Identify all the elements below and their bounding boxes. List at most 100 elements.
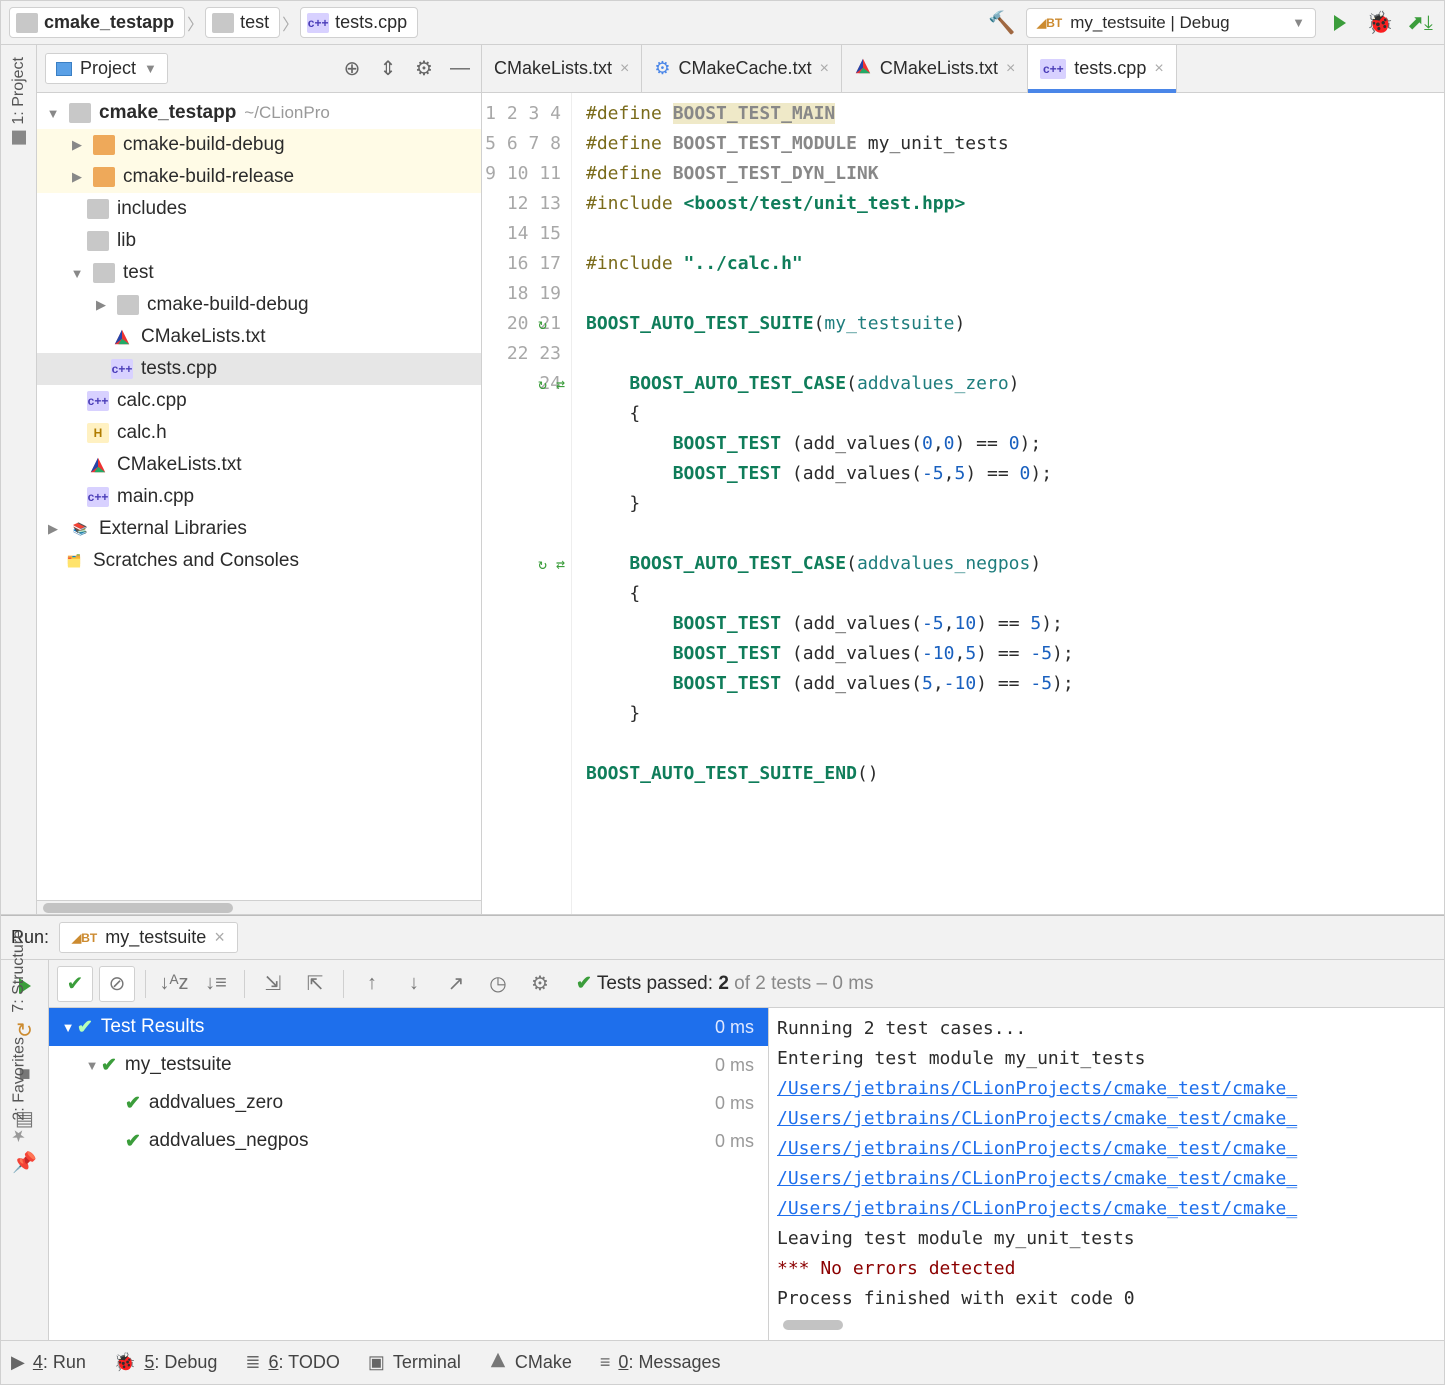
tree-root[interactable]: cmake_testapp ~/CLionPro — [37, 97, 481, 129]
collapse-all-button[interactable]: ⇱ — [297, 966, 333, 1002]
show-ignored-button[interactable]: ⊘ — [99, 966, 135, 1002]
status-terminal[interactable]: ▣Terminal — [368, 1352, 461, 1373]
console-link[interactable]: /Users/jetbrains/CLionProjects/cmake_tes… — [777, 1198, 1297, 1219]
folder-icon — [87, 231, 109, 251]
tree-folder[interactable]: lib — [37, 225, 481, 257]
tab-cmakelists-1[interactable]: CMakeLists.txt × — [482, 45, 642, 92]
show-passed-button[interactable]: ✔ — [57, 966, 93, 1002]
select-opened-file-button[interactable]: ⊕ — [339, 56, 365, 82]
project-view-select[interactable]: Project ▼ — [45, 53, 168, 84]
previous-failed-button[interactable]: ↑ — [354, 966, 390, 1002]
breadcrumb-folder[interactable]: test — [205, 7, 280, 38]
tree-path: ~/CLionPro — [244, 103, 330, 123]
tree-folder[interactable]: cmake-build-release — [37, 161, 481, 193]
project-icon — [56, 62, 72, 76]
sort-alpha-button[interactable]: ↓ᴬz — [156, 966, 192, 1002]
debug-button[interactable]: 🐞 — [1364, 7, 1396, 39]
console-link[interactable]: /Users/jetbrains/CLionProjects/cmake_tes… — [777, 1168, 1297, 1189]
test-suite[interactable]: ▼ ✔ my_testsuite 0 ms — [49, 1046, 768, 1084]
status-messages[interactable]: ≡0: Messages — [600, 1352, 721, 1373]
tool-window-project[interactable]: 1: Project — [10, 57, 28, 145]
scratches-icon: 🗂️ — [63, 551, 85, 571]
close-icon[interactable]: × — [820, 60, 829, 78]
test-case[interactable]: ✔ addvalues_negpos 0 ms — [49, 1122, 768, 1160]
breadcrumb-file[interactable]: c++ tests.cpp — [300, 7, 418, 38]
expand-toggle[interactable]: ▼ — [59, 1020, 77, 1035]
tree-file[interactable]: c++ calc.cpp — [37, 385, 481, 417]
status-todo[interactable]: ≣6: TODO — [245, 1352, 339, 1373]
test-case[interactable]: ✔ addvalues_zero 0 ms — [49, 1084, 768, 1122]
tool-window-structure[interactable]: 7: Structure — [10, 930, 28, 1013]
tree-folder[interactable]: cmake-build-debug — [37, 129, 481, 161]
test-results-tree[interactable]: ▼ ✔ Test Results 0 ms ▼ ✔ my_testsuite 0… — [49, 1008, 769, 1340]
run-tab-label: my_testsuite — [105, 927, 206, 948]
sort-duration-button[interactable]: ↓≡ — [198, 966, 234, 1002]
close-icon[interactable]: × — [1006, 60, 1015, 78]
tree-file[interactable]: c++ main.cpp — [37, 481, 481, 513]
expand-toggle[interactable] — [93, 297, 109, 313]
expand-toggle[interactable] — [69, 266, 85, 281]
expand-toggle[interactable] — [45, 106, 61, 121]
console-link[interactable]: /Users/jetbrains/CLionProjects/cmake_tes… — [777, 1078, 1297, 1099]
console-output[interactable]: Running 2 test cases... Entering test mo… — [769, 1008, 1444, 1340]
run-configuration-select[interactable]: ◢BT my_testsuite | Debug ▼ — [1026, 8, 1316, 38]
expand-toggle[interactable] — [69, 169, 85, 185]
tree-folder[interactable]: cmake-build-debug — [37, 289, 481, 321]
editor-gutter[interactable]: 1 2 3 4 5 6 7 8 9 10 11 12 13 14 15 16 1… — [482, 93, 572, 914]
collapse-all-button[interactable]: ⇕ — [375, 56, 401, 82]
expand-toggle[interactable] — [45, 521, 61, 537]
close-icon[interactable]: × — [620, 60, 629, 78]
tree-label: cmake_testapp — [99, 102, 236, 124]
check-icon: ✔ — [77, 1016, 93, 1039]
run-with-coverage-button[interactable]: ⬈⤓ — [1404, 7, 1436, 39]
tree-folder-test[interactable]: test — [37, 257, 481, 289]
console-link[interactable]: /Users/jetbrains/CLionProjects/cmake_tes… — [777, 1108, 1297, 1129]
tool-window-favorites[interactable]: ★2: Favorites — [10, 1037, 29, 1146]
tab-tests-cpp[interactable]: c++ tests.cpp × — [1028, 45, 1176, 92]
tree-file-cmakelists[interactable]: CMakeLists.txt — [37, 449, 481, 481]
tree-file-tests-cpp[interactable]: c++ tests.cpp — [37, 353, 481, 385]
test-toolbar: ✔ ⊘ ↓ᴬz ↓≡ ⇲ ⇱ ↑ ↓ ↗ ◷ ⚙ ✔ Tests — [49, 960, 1444, 1008]
expand-toggle[interactable] — [69, 137, 85, 153]
project-tree[interactable]: cmake_testapp ~/CLionPro cmake-build-deb… — [37, 93, 481, 900]
expand-all-button[interactable]: ⇲ — [255, 966, 291, 1002]
test-results-root[interactable]: ▼ ✔ Test Results 0 ms — [49, 1008, 768, 1046]
run-tab[interactable]: ◢BT my_testsuite × — [59, 922, 238, 953]
chevron-down-icon: ▼ — [1292, 15, 1305, 30]
status-cmake[interactable]: CMake — [489, 1351, 572, 1374]
pin-button[interactable]: 📌 — [9, 1146, 41, 1178]
tree-label: cmake-build-debug — [147, 294, 309, 316]
check-icon: ✔ — [576, 973, 592, 994]
next-failed-button[interactable]: ↓ — [396, 966, 432, 1002]
export-button[interactable]: ↗ — [438, 966, 474, 1002]
folder-icon — [212, 13, 234, 33]
tree-file[interactable]: H calc.h — [37, 417, 481, 449]
tab-cmakecache[interactable]: ⚙ CMakeCache.txt × — [642, 45, 842, 92]
code-editor[interactable]: 1 2 3 4 5 6 7 8 9 10 11 12 13 14 15 16 1… — [482, 93, 1444, 914]
status-debug[interactable]: 🐞5: Debug — [114, 1352, 217, 1373]
status-run[interactable]: ▶4: Run — [11, 1352, 86, 1373]
close-icon[interactable]: × — [1154, 60, 1163, 78]
tree-file-cmakelists[interactable]: CMakeLists.txt — [37, 321, 481, 353]
project-panel-header: Project ▼ ⊕ ⇕ ⚙ — — [37, 45, 481, 93]
settings-button[interactable]: ⚙ — [411, 56, 437, 82]
close-icon[interactable]: × — [214, 927, 225, 948]
horizontal-scrollbar[interactable] — [37, 900, 481, 914]
expand-toggle[interactable]: ▼ — [83, 1058, 101, 1073]
check-icon: ✔ — [125, 1092, 141, 1115]
tree-scratches[interactable]: 🗂️ Scratches and Consoles — [37, 545, 481, 577]
project-view-label: Project — [80, 58, 136, 79]
console-link[interactable]: /Users/jetbrains/CLionProjects/cmake_tes… — [777, 1138, 1297, 1159]
run-button[interactable] — [1324, 7, 1356, 39]
breadcrumb-root[interactable]: cmake_testapp — [9, 7, 185, 38]
settings-button[interactable]: ⚙ — [522, 966, 558, 1002]
history-button[interactable]: ◷ — [480, 966, 516, 1002]
tab-cmakelists-2[interactable]: CMakeLists.txt × — [842, 45, 1028, 92]
build-button[interactable]: 🔨 — [986, 7, 1018, 39]
tree-folder[interactable]: includes — [37, 193, 481, 225]
tree-external-libraries[interactable]: 📚 External Libraries — [37, 513, 481, 545]
hide-button[interactable]: — — [447, 56, 473, 82]
tree-label: CMakeLists.txt — [141, 326, 266, 348]
horizontal-scrollbar[interactable] — [783, 1320, 843, 1330]
editor-code[interactable]: #define BOOST_TEST_MAIN #define BOOST_TE… — [572, 93, 1444, 914]
